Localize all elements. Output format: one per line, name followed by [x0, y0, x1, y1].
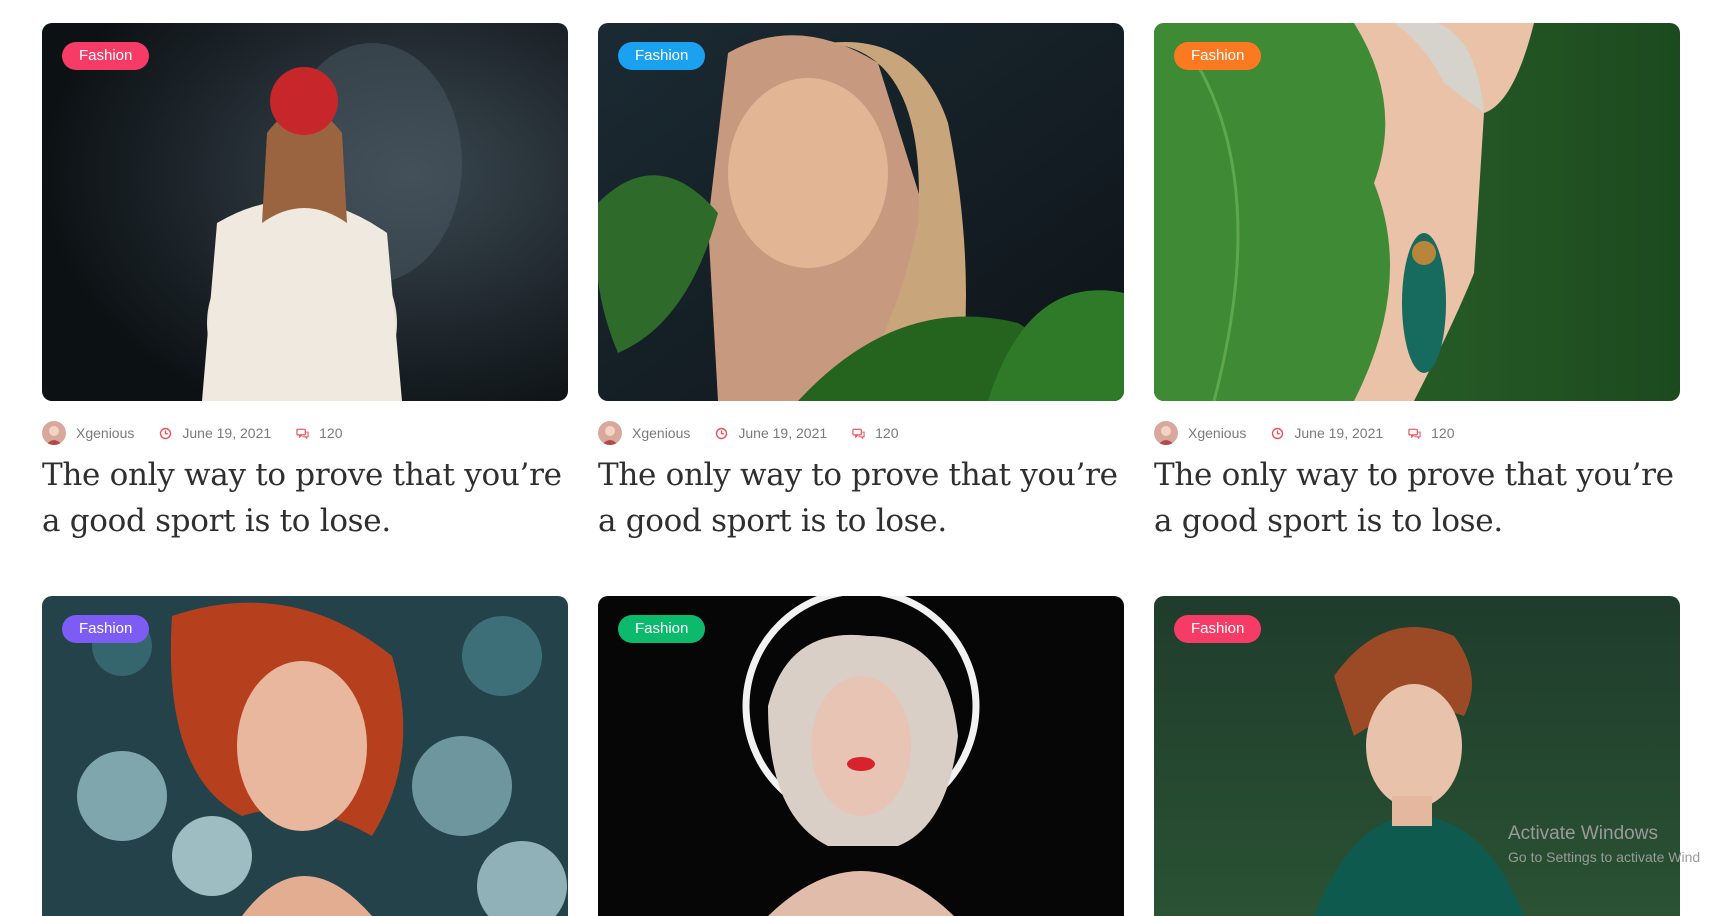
clock-icon: [159, 427, 172, 440]
clock-icon: [1271, 427, 1284, 440]
post-image[interactable]: Fashion: [1154, 596, 1680, 916]
windows-activation-watermark: Activate Windows Go to Settings to activ…: [1508, 822, 1700, 866]
author-avatar: [598, 421, 622, 445]
category-badge[interactable]: Fashion: [618, 615, 706, 643]
post-image[interactable]: Fashion: [598, 23, 1124, 401]
comment-count: 120: [1431, 425, 1455, 441]
post-date: June 19, 2021: [738, 425, 828, 441]
blog-card: Fashion Xgenious June 19, 2021 120 The o…: [1154, 23, 1680, 544]
watermark-title: Activate Windows: [1508, 823, 1658, 844]
post-image[interactable]: Fashion: [1154, 23, 1680, 401]
author-name[interactable]: Xgenious: [1188, 425, 1246, 441]
blog-grid: Fashion Xgenious June 19, 2021 120 The o…: [42, 23, 1680, 916]
post-image[interactable]: Fashion: [42, 23, 568, 401]
category-badge[interactable]: Fashion: [1174, 42, 1262, 70]
post-date: June 19, 2021: [1294, 425, 1384, 441]
category-badge[interactable]: Fashion: [62, 615, 150, 643]
blog-card: Fashion: [1154, 596, 1680, 916]
category-badge[interactable]: Fashion: [618, 42, 706, 70]
author-name[interactable]: Xgenious: [632, 425, 690, 441]
clock-icon: [715, 427, 728, 440]
comments-icon: [296, 427, 309, 440]
post-image[interactable]: Fashion: [42, 596, 568, 916]
author-avatar: [42, 421, 66, 445]
comments-icon: [1408, 427, 1421, 440]
author-avatar: [1154, 421, 1178, 445]
blog-card: Fashion: [598, 596, 1124, 916]
post-title[interactable]: The only way to prove that you’re a good…: [1154, 452, 1680, 544]
category-badge[interactable]: Fashion: [62, 42, 150, 70]
watermark-subtitle: Go to Settings to activate Wind: [1508, 849, 1701, 865]
category-badge[interactable]: Fashion: [1174, 615, 1262, 643]
blog-card: Fashion: [42, 596, 568, 916]
author-name[interactable]: Xgenious: [76, 425, 134, 441]
comment-count: 120: [319, 425, 343, 441]
post-title[interactable]: The only way to prove that you’re a good…: [42, 452, 568, 544]
post-meta: Xgenious June 19, 2021 120: [598, 421, 1124, 445]
blog-card: Fashion Xgenious June 19, 2021 120 The o…: [42, 23, 568, 544]
post-meta: Xgenious June 19, 2021 120: [42, 421, 568, 445]
post-title[interactable]: The only way to prove that you’re a good…: [598, 452, 1124, 544]
post-image[interactable]: Fashion: [598, 596, 1124, 916]
comments-icon: [852, 427, 865, 440]
post-date: June 19, 2021: [182, 425, 272, 441]
blog-card: Fashion Xgenious June 19, 2021 120 The o…: [598, 23, 1124, 544]
post-meta: Xgenious June 19, 2021 120: [1154, 421, 1680, 445]
comment-count: 120: [875, 425, 899, 441]
